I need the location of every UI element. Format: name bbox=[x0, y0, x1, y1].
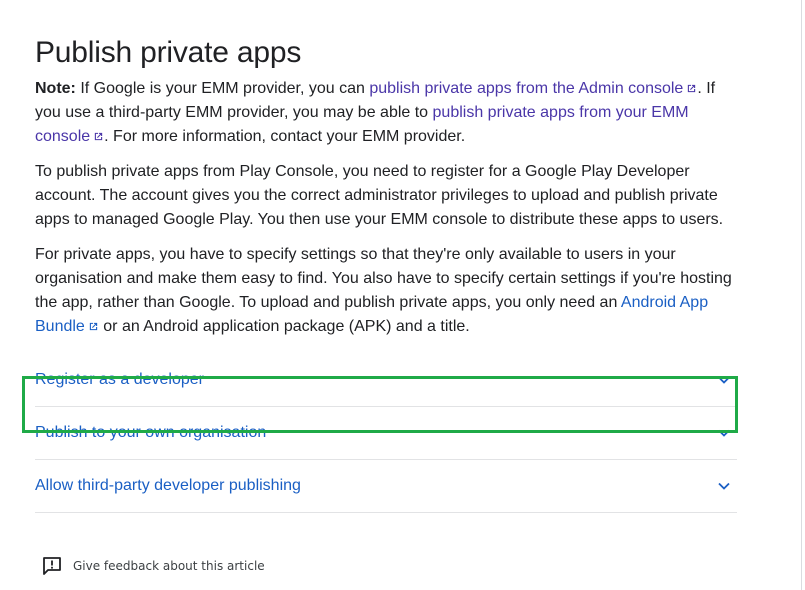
paragraph-private-apps-text-2: or an Android application package (APK) … bbox=[98, 318, 470, 335]
accordion-item-publish-own-organisation[interactable]: Publish to your own organisation bbox=[35, 407, 737, 460]
chevron-down-icon bbox=[718, 482, 730, 490]
accordion: Register as a developer Publish to your … bbox=[35, 354, 737, 513]
admin-console-link-label: publish private apps from the Admin cons… bbox=[369, 80, 684, 97]
feedback-icon bbox=[43, 557, 61, 575]
article: Publish private apps Note: If Google is … bbox=[35, 0, 737, 513]
paragraph-private-apps: For private apps, you have to specify se… bbox=[35, 243, 737, 339]
note-label: Note: bbox=[35, 80, 76, 97]
admin-console-link[interactable]: publish private apps from the Admin cons… bbox=[369, 80, 697, 97]
page-title: Publish private apps bbox=[35, 36, 302, 69]
accordion-item-title: Register as a developer bbox=[35, 371, 204, 388]
chevron-down-icon bbox=[718, 429, 730, 437]
feedback-label: Give feedback about this article bbox=[73, 559, 265, 573]
paragraph-register: To publish private apps from Play Consol… bbox=[35, 163, 724, 228]
chevron-down-icon bbox=[718, 376, 730, 384]
note-paragraph: Note: If Google is your EMM provider, yo… bbox=[35, 77, 737, 149]
accordion-item-title: Allow third-party developer publishing bbox=[35, 477, 301, 494]
accordion-item-third-party-publishing[interactable]: Allow third-party developer publishing bbox=[35, 460, 737, 513]
external-link-icon bbox=[94, 132, 103, 141]
external-link-icon bbox=[89, 322, 97, 331]
accordion-item-title: Publish to your own organisation bbox=[35, 424, 267, 441]
accordion-item-register-developer[interactable]: Register as a developer bbox=[35, 354, 737, 407]
note-text-1: If Google is your EMM provider, you can bbox=[75, 80, 370, 97]
page-right-border bbox=[801, 0, 802, 590]
external-link-icon bbox=[688, 84, 696, 93]
feedback-button[interactable]: Give feedback about this article bbox=[42, 556, 265, 576]
note-text-3: . For more information, contact your EMM… bbox=[104, 128, 466, 145]
